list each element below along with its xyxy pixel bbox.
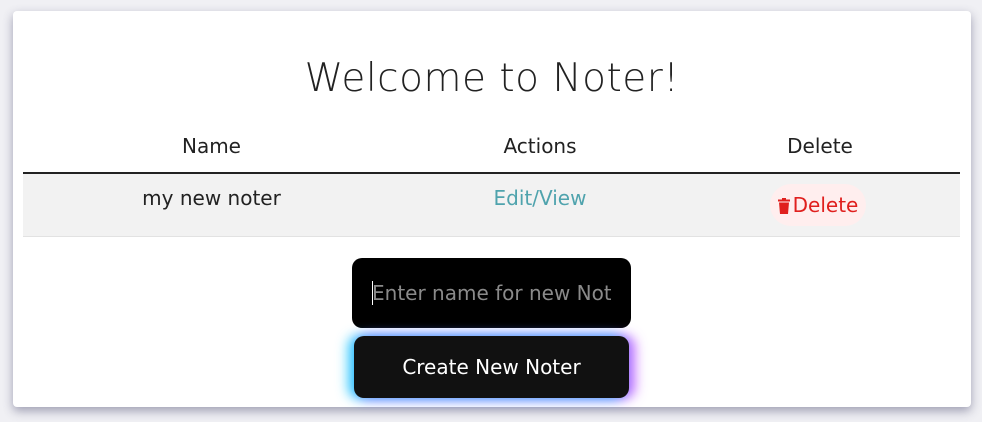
- delete-button[interactable]: Delete: [770, 184, 866, 226]
- delete-cell: Delete: [680, 174, 960, 236]
- edit-view-link[interactable]: Edit/View: [494, 186, 587, 210]
- actions-cell: Edit/View: [400, 174, 680, 236]
- column-header-name: Name: [181, 134, 241, 158]
- table-row: my new noter Edit/View Delete: [23, 174, 960, 237]
- column-header-delete: Delete: [787, 134, 853, 158]
- main-card: Welcome to Noter! Name Actions Delete my…: [13, 11, 971, 407]
- create-noter-button[interactable]: Create New Noter: [354, 336, 629, 398]
- noter-name: my new noter: [142, 186, 281, 210]
- table-header: Name Actions Delete: [23, 129, 960, 174]
- trash-icon: [777, 198, 790, 214]
- noter-name-input[interactable]: [352, 258, 631, 328]
- column-header-actions: Actions: [503, 134, 577, 158]
- noters-table: Name Actions Delete my new noter Edit/Vi…: [23, 129, 960, 237]
- delete-label: Delete: [792, 193, 859, 217]
- text-cursor: [372, 281, 373, 305]
- page-title: Welcome to Noter!: [304, 56, 680, 101]
